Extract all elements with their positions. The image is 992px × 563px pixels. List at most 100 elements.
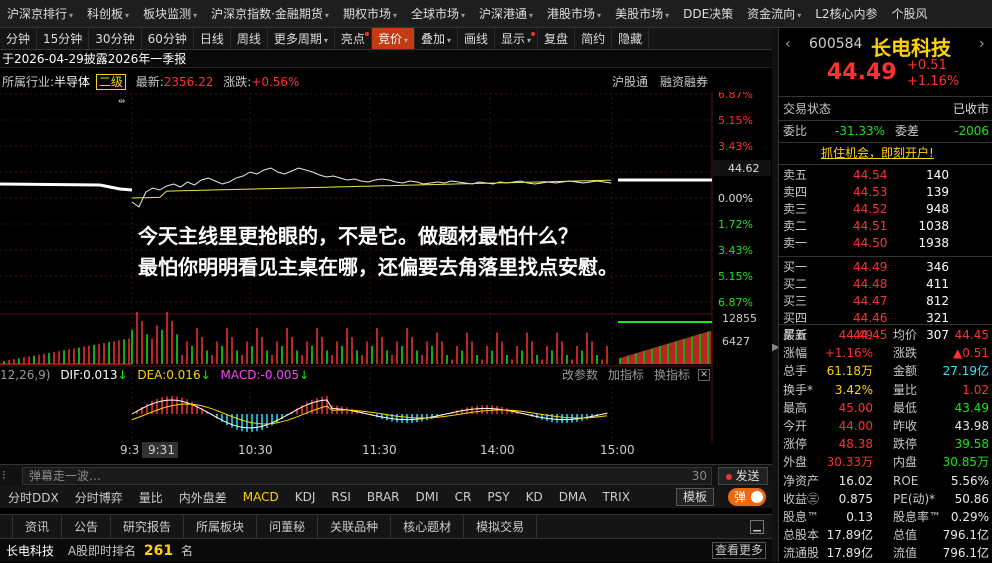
ask-row[interactable]: 卖二 44.51 1038 [783,217,989,235]
toolbar-button[interactable]: 15分钟 [37,28,90,49]
nav-item[interactable]: 科创板 ▾ [80,0,136,27]
nav-item[interactable]: 板块监测 ▾ [136,0,204,27]
toolbar-button[interactable]: 周线 [231,28,268,49]
quote-value: 48.38 [838,437,873,452]
info-tab[interactable]: 公告 [62,514,112,539]
indicator-tab[interactable]: BRAR [359,490,408,504]
book-level-label: 卖四 [783,185,808,199]
indicator-tab[interactable]: 分时DDX [0,489,67,506]
quote-value: 16.02 [838,473,873,488]
info-tab[interactable]: 核心题材 [391,514,465,539]
ask-row[interactable]: 卖五 44.54 140 [783,166,989,184]
close-indicator-icon[interactable]: ✕ [698,369,710,381]
ask-row[interactable]: 卖三 44.52 948 [783,200,989,218]
open-account-promo[interactable]: 抓住机会，即刻开户! [783,144,989,162]
send-button[interactable]: 发送 [718,467,768,485]
info-tab[interactable]: 问董秘 [257,514,319,539]
toolbar-button[interactable]: 分钟 [0,28,38,49]
next-stock-icon[interactable]: › [979,36,985,52]
toolbar-button[interactable]: 60分钟 [142,28,194,49]
price-axis-label: 3.43% [718,140,753,153]
info-tab[interactable]: 关联品种 [318,514,392,539]
nav-item[interactable]: 沪深港通 ▾ [472,0,540,27]
toolbar-button[interactable]: 显示 ▾ [495,28,539,49]
info-tab[interactable]: 研究报告 [111,514,185,539]
view-more-button[interactable]: 查看更多 [712,542,767,559]
indicator-tab[interactable]: 量比 [131,489,171,506]
indicator-tab[interactable]: RSI [323,490,359,504]
time-axis-label: 9:3 [120,443,139,457]
indicator-tab[interactable]: CR [447,490,480,504]
info-tab[interactable]: 资讯 [13,514,63,539]
toolbar-button[interactable]: 日线 [194,28,231,49]
weicha-value: -2006 [954,124,989,138]
nav-item[interactable]: L2核心内参 [808,0,884,27]
toolbar-button[interactable]: 叠加 ▾ [415,28,458,49]
danmu-toggle[interactable]: 弹 [728,488,766,506]
margin-trading-link[interactable]: 融资融券 [660,72,708,92]
edit-params-button[interactable]: 改参数 [562,366,598,384]
nav-item[interactable]: 期权市场 ▾ [336,0,404,27]
nav-item[interactable]: 资金流向 ▾ [740,0,808,27]
bid-row[interactable]: 买三 44.47 812 [783,292,989,310]
nav-item[interactable]: 全球市场 ▾ [404,0,472,27]
info-tab[interactable]: 模拟交易 [464,514,538,539]
nav-item[interactable]: DDE决策 [676,0,740,27]
nav-item[interactable]: 沪深京指数·金融期货 ▾ [204,0,336,27]
toolbar-button[interactable]: 亮点 [335,28,372,49]
hk-connect-link[interactable]: 沪股通 [612,72,648,92]
macd-header: 12,26,9) DIF:0.013↓ DEA:0.016↓ MACD:-0.0… [0,366,712,384]
toolbar-button[interactable]: 隐藏 [612,28,650,49]
indicator-tab[interactable]: DMA [551,490,595,504]
industry-level-badge[interactable]: 二级 [95,74,126,90]
chevron-down-icon: ▾ [597,10,602,20]
toolbar-button[interactable]: 复盘 [538,28,576,49]
toolbar-button[interactable]: 画线 [458,28,496,49]
book-level-label: 买二 [783,277,808,291]
prev-stock-icon[interactable]: ‹ [785,36,791,52]
toolbar-button-label: 画线 [464,31,489,46]
nav-item-label: 科创板 [87,6,124,21]
toolbar-button-label: 叠加 [420,31,445,46]
indicator-tab[interactable]: TRIX [595,490,638,504]
announcement-notice[interactable]: 于2026-04-29披露2026年一季报 [0,50,772,68]
indicator-tab[interactable]: 内外盘差 [171,489,235,506]
quote-value: 61.18万 [826,364,873,379]
danmu-input[interactable]: 弹幕走一波… 30 [22,467,712,485]
bid-row[interactable]: 买一 44.49 346 [783,258,989,276]
indicator-tab[interactable]: DMI [408,490,447,504]
nav-item-label: 个股风 [891,6,928,21]
toolbar-button-label: 显示 [501,31,526,46]
industry-name[interactable]: 半导体 [54,75,90,89]
template-button[interactable]: 模板 [676,488,715,506]
toggle-knob-icon [751,491,763,503]
ask-row[interactable]: 卖四 44.53 139 [783,183,989,201]
nav-item[interactable]: 港股市场 ▾ [540,0,608,27]
book-volume: 139 [926,185,949,199]
switch-indicator-button[interactable]: 换指标 [654,366,690,384]
indicator-tab[interactable]: MACD [235,490,287,504]
indicator-tab[interactable]: 分时博弈 [67,489,131,506]
ask-row[interactable]: 卖一 44.50 1938 [783,234,989,252]
indicator-tab[interactable]: KDJ [287,490,324,504]
nav-item[interactable]: 沪深京排行 ▾ [0,0,80,27]
collapse-panel-icon[interactable]: ▁ [750,520,764,534]
toolbar-button-label: 隐藏 [618,31,643,46]
book-volume: 812 [926,294,949,308]
toolbar-button[interactable]: 更多周期 ▾ [268,28,335,49]
toolbar-button[interactable]: 竞价 ▾ [371,28,415,49]
macd-macd: MACD:-0.005↓ [220,368,309,382]
quote-row: 收益㊂ 0.875 PE(动)* 50.86 [783,490,989,508]
bid-row[interactable]: 买二 44.48 411 [783,275,989,293]
add-indicator-button[interactable]: 加指标 [608,366,644,384]
toolbar-button[interactable]: 30分钟 [89,28,142,49]
info-tab[interactable]: 所属板块 [184,514,258,539]
nav-item[interactable]: 个股风 [885,0,935,27]
time-axis-label: 14:00 [480,443,515,457]
nav-item[interactable]: 美股市场 ▾ [608,0,676,27]
indicator-tab[interactable]: KD [518,490,551,504]
chevron-down-icon: ▾ [665,10,670,20]
toolbar-button[interactable]: 简约 [575,28,613,49]
bid-row[interactable]: 买四 44.46 321 [783,309,989,327]
indicator-tab[interactable]: PSY [479,490,517,504]
